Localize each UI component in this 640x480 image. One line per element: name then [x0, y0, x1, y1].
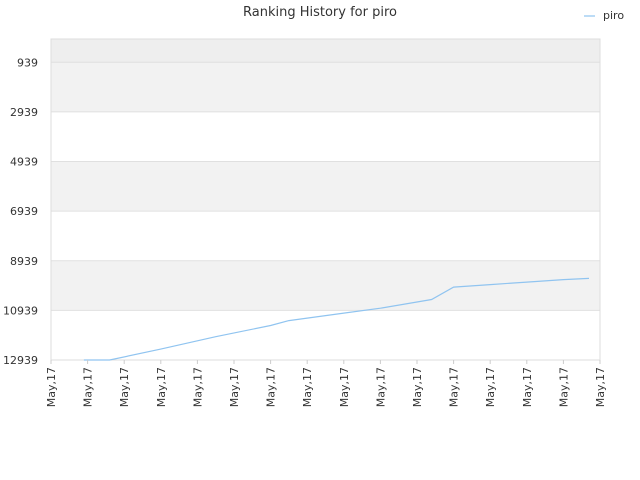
x-tick-label: May,17 [557, 367, 570, 407]
background-band [51, 161, 600, 212]
y-tick-label: 10939 [3, 304, 38, 317]
x-tick-label: May,17 [448, 367, 461, 407]
background-band [51, 62, 600, 112]
x-tick-label: May,17 [374, 367, 387, 407]
y-tick-label: 12939 [3, 354, 38, 367]
x-tick-label: May,17 [45, 367, 58, 407]
background-band [51, 260, 600, 311]
x-tick-label: May,17 [228, 367, 241, 407]
y-tick-label: 6939 [10, 205, 38, 218]
x-tick-label: May,17 [594, 367, 607, 407]
x-tick-label: May,17 [484, 367, 497, 407]
x-tick-label: May,17 [411, 367, 424, 407]
y-tick-label: 2939 [10, 106, 38, 119]
x-axis-ticks: May,17 May,17 May,17 May,17 May,17 May,17 May,… [45, 360, 607, 407]
ranking-chart: 93929394939693989391093912939 May,17 May,… [3, 5, 624, 407]
background-bands [51, 39, 600, 360]
x-tick-label: May,17 [191, 367, 204, 407]
x-tick-label: May,17 [265, 367, 278, 407]
background-band [51, 111, 600, 162]
x-tick-label: May,17 [521, 367, 534, 407]
y-tick-label: 8939 [10, 255, 38, 268]
x-tick-label: May,17 [82, 367, 95, 407]
chart-title: Ranking History for piro [243, 5, 397, 20]
x-tick-label: May,17 [118, 367, 131, 407]
y-tick-label: 4939 [10, 156, 38, 169]
x-tick-label: May,17 [155, 367, 168, 407]
background-band [51, 211, 600, 261]
legend-label-piro: piro [603, 9, 624, 22]
background-band [51, 39, 600, 63]
y-axis-ticks: 939 2939 4939 6939 8939 10939 12939 [3, 56, 38, 367]
background-band [51, 310, 600, 360]
x-tick-label: May,17 [338, 367, 351, 407]
y-tick-label: 939 [17, 56, 38, 69]
x-tick-label: May,17 [301, 367, 314, 407]
legend: piro [584, 9, 624, 22]
